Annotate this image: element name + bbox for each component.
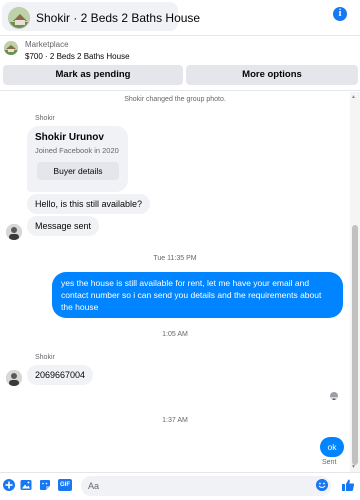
- listing-thumbnail[interactable]: [4, 41, 18, 55]
- timestamp: Tue 11:35 PM: [153, 255, 197, 262]
- scroll-up-icon[interactable]: ▲: [351, 94, 356, 100]
- info-icon[interactable]: i: [333, 7, 347, 21]
- message-composer: GIF: [0, 473, 360, 500]
- conversation-title: Shokir · 2 Beds 2 Baths House: [36, 11, 201, 25]
- buyer-name[interactable]: Shokir Urunov: [35, 132, 104, 143]
- outgoing-message[interactable]: yes the house is still available for ren…: [52, 272, 343, 318]
- buyer-avatar[interactable]: [6, 224, 22, 240]
- message-input[interactable]: [81, 476, 281, 496]
- add-icon[interactable]: [3, 479, 15, 491]
- seen-avatar: [330, 392, 338, 400]
- outgoing-message[interactable]: ok: [320, 437, 344, 457]
- timestamp: 1:05 AM: [162, 331, 188, 338]
- mark-as-pending-button[interactable]: Mark as pending: [3, 65, 183, 85]
- message-status: Sent: [322, 459, 337, 466]
- actions-divider: [0, 90, 360, 91]
- header-divider: [0, 35, 360, 36]
- scroll-down-icon[interactable]: ▼: [351, 464, 356, 470]
- conversation-header: Shokir · 2 Beds 2 Baths House i: [0, 0, 360, 33]
- sender-name: Shokir: [35, 115, 55, 122]
- more-options-button[interactable]: More options: [186, 65, 358, 85]
- gif-icon[interactable]: GIF: [58, 479, 72, 491]
- like-icon[interactable]: [341, 478, 355, 492]
- system-notice: Shokir changed the group photo.: [124, 96, 226, 103]
- timestamp: 1:37 AM: [162, 417, 188, 424]
- incoming-message[interactable]: 2069667004: [27, 365, 94, 385]
- incoming-message[interactable]: Message sent: [27, 216, 100, 236]
- incoming-message[interactable]: Hello, is this still available?: [27, 194, 151, 214]
- conversation-title-button[interactable]: Shokir · 2 Beds 2 Baths House: [2, 2, 200, 31]
- listing-detail[interactable]: $700 · 2 Beds 2 Baths House: [25, 52, 130, 61]
- photo-icon[interactable]: [20, 479, 32, 491]
- buyer-joined: Joined Facebook in 2020: [35, 146, 119, 155]
- buyer-avatar[interactable]: [6, 370, 22, 386]
- sender-name: Shokir: [35, 354, 55, 361]
- message-input-wrapper: [81, 476, 331, 496]
- buyer-profile-card: Shokir Urunov Joined Facebook in 2020 Bu…: [27, 126, 128, 192]
- chat-scrollbar-thumb[interactable]: [352, 225, 358, 465]
- sticker-icon[interactable]: [39, 479, 51, 491]
- marketplace-label: Marketplace: [25, 40, 69, 49]
- listing-avatar: [8, 7, 30, 29]
- buyer-details-button[interactable]: Buyer details: [37, 162, 119, 180]
- emoji-icon[interactable]: [316, 479, 328, 491]
